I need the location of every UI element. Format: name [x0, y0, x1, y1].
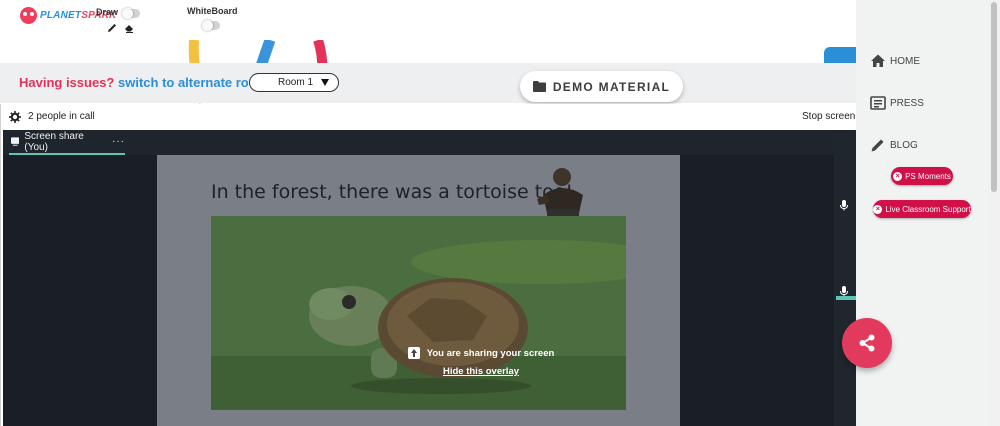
eraser-icon[interactable]: [123, 22, 135, 34]
caret-down-icon: [321, 79, 329, 86]
switch-room-link[interactable]: switch to alternate room: [118, 75, 268, 90]
sidebar-item-blog[interactable]: BLOG: [870, 137, 918, 153]
sharing-screen-message: You are sharing your screen: [426, 347, 555, 359]
screen-share-icon: [11, 137, 20, 146]
pencil-icon[interactable]: [106, 22, 118, 34]
demo-material-label: DEMO MATERIAL: [552, 79, 671, 94]
issue-question: Having issues?: [19, 75, 115, 90]
live-classroom-support-button[interactable]: × Live Classroom Support: [873, 200, 971, 218]
newspaper-icon: [870, 96, 886, 110]
top-toolbar: PLANETSPARK Draw WhiteBoard: [0, 0, 856, 40]
share-button[interactable]: [842, 318, 892, 368]
tortoise-illustration: You are sharing your screen Hide this ov…: [211, 216, 626, 410]
tab-screen-share-label: Screen share (You): [24, 130, 84, 153]
demo-material-button[interactable]: DEMO MATERIAL: [520, 71, 683, 102]
draw-label: Draw: [96, 7, 119, 17]
sidebar-item-press[interactable]: PRESS: [870, 95, 924, 111]
folder-icon: [532, 81, 546, 92]
stop-screen-share-button[interactable]: Stop screen: [802, 111, 855, 122]
draw-toggle[interactable]: [122, 8, 140, 19]
close-circle-icon: ×: [873, 204, 883, 214]
room-select[interactable]: Room 1: [249, 73, 339, 92]
room-select-value: Room 1: [278, 77, 314, 88]
people-in-call-count: 2 people in call: [28, 111, 95, 122]
video-stage: Screen share (You) ··· In the forest, th…: [3, 130, 837, 426]
sidebar-item-label: BLOG: [890, 139, 918, 151]
sidebar-item-label: PRESS: [890, 97, 924, 109]
tab-screen-share[interactable]: Screen share (You) ···: [9, 130, 125, 155]
shared-screen-slide: In the forest, there was a tortoise too!: [157, 155, 680, 426]
app-root: PLANETSPARK Draw WhiteBoard Having issue…: [0, 0, 1000, 426]
stage-tab-bar: Screen share (You) ···: [3, 130, 837, 155]
sidebar-item-label: HOME: [890, 55, 920, 67]
hide-overlay-link[interactable]: Hide this overlay: [401, 366, 561, 377]
call-header: 2 people in call Stop screen: [1, 104, 857, 130]
scrollbar-thumb[interactable]: [991, 2, 997, 192]
sidebar-item-home[interactable]: HOME: [870, 53, 920, 69]
share-upload-icon: [407, 347, 420, 359]
call-frame: 2 people in call Stop screen Screen shar…: [0, 104, 857, 426]
live-classroom-support-label: Live Classroom Support: [885, 204, 971, 214]
whiteboard-label: WhiteBoard: [187, 6, 238, 16]
participant-thumbnail-strip: [834, 130, 856, 426]
issue-notice-text: Having issues? switch to alternate room: [19, 75, 268, 90]
logo-mascot-icon: [20, 7, 37, 24]
close-circle-icon: ×: [893, 171, 903, 181]
screen-sharing-overlay: You are sharing your screen Hide this ov…: [401, 347, 561, 377]
microphone-icon[interactable]: [838, 199, 850, 211]
more-options-icon[interactable]: ···: [112, 136, 125, 147]
ps-moments-label: PS Moments: [905, 171, 951, 181]
settings-gear-icon[interactable]: [9, 111, 21, 123]
home-icon: [871, 54, 885, 67]
share-icon: [859, 334, 875, 352]
ps-moments-button[interactable]: × PS Moments: [891, 167, 953, 185]
slide-title: In the forest, there was a tortoise too!: [211, 181, 574, 203]
active-speaker-indicator: [836, 296, 856, 300]
pencil-icon: [871, 139, 884, 152]
page-scrollbar[interactable]: [988, 0, 1000, 426]
whiteboard-toggle[interactable]: [202, 20, 220, 31]
